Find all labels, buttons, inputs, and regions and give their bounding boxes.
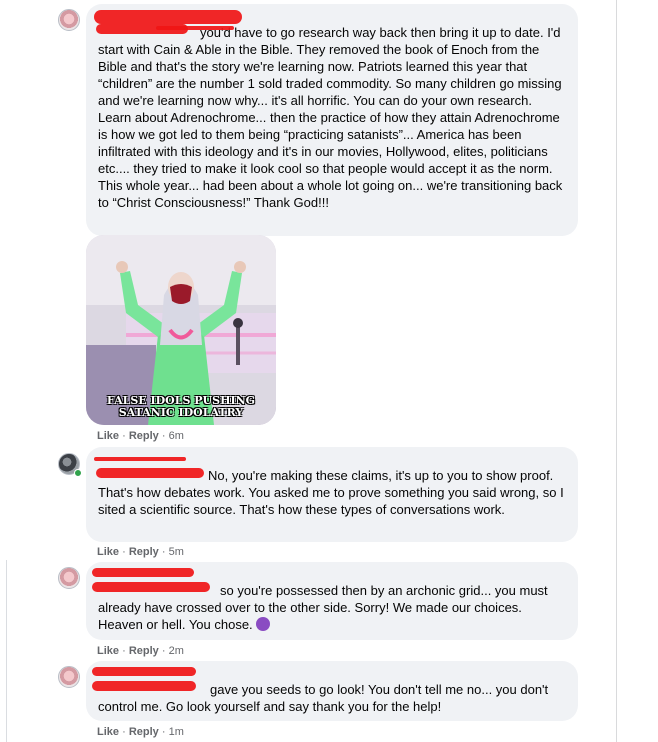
commenter-avatar[interactable] bbox=[58, 666, 80, 688]
timestamp[interactable]: 6m bbox=[169, 430, 184, 442]
like-link[interactable]: Like bbox=[97, 645, 119, 657]
timestamp[interactable]: 5m bbox=[169, 546, 184, 558]
redaction-stroke bbox=[96, 468, 204, 478]
page-divider bbox=[616, 0, 617, 742]
comment-actions: Like · Reply · 1m bbox=[97, 726, 184, 738]
reply-link[interactable]: Reply bbox=[129, 726, 159, 738]
comment-bubble: gave you seeds to go look! You don't tel… bbox=[86, 661, 578, 721]
comment-bubble: so you're possessed then by an archonic … bbox=[86, 562, 578, 640]
reply-link[interactable]: Reply bbox=[129, 546, 159, 558]
comment-actions: Like · Reply · 2m bbox=[97, 645, 184, 657]
redaction-stroke bbox=[92, 582, 210, 592]
comment-bubble: you'd have to go research way back then … bbox=[86, 4, 578, 236]
commenter-avatar[interactable] bbox=[58, 9, 80, 31]
comment-image[interactable]: FALSE IDOLS PUSHING SATANIC IDOLATRY bbox=[86, 235, 276, 425]
reply-link[interactable]: Reply bbox=[129, 430, 159, 442]
comment-text: you'd have to go research way back then … bbox=[98, 25, 563, 210]
thread-line bbox=[6, 560, 7, 742]
comment-actions: Like · Reply · 6m bbox=[97, 430, 184, 442]
redaction-stroke bbox=[96, 24, 188, 34]
image-caption: FALSE IDOLS PUSHING SATANIC IDOLATRY bbox=[106, 394, 256, 419]
online-status-icon bbox=[74, 469, 82, 477]
timestamp[interactable]: 2m bbox=[169, 645, 184, 657]
smiling-devil-emoji bbox=[255, 617, 270, 631]
like-link[interactable]: Like bbox=[97, 430, 119, 442]
comment-text: so you're possessed then by an archonic … bbox=[98, 583, 552, 632]
like-link[interactable]: Like bbox=[97, 546, 119, 558]
redacted-name bbox=[92, 568, 194, 577]
reply-link[interactable]: Reply bbox=[129, 645, 159, 657]
redacted-name bbox=[94, 10, 242, 24]
timestamp[interactable]: 1m bbox=[169, 726, 184, 738]
redacted-name bbox=[94, 457, 186, 461]
comment-bubble: No, you're making these claims, it's up … bbox=[86, 447, 578, 542]
like-link[interactable]: Like bbox=[97, 726, 119, 738]
comment-text: No, you're making these claims, it's up … bbox=[98, 468, 568, 517]
redaction-stroke bbox=[92, 681, 196, 691]
redacted-name bbox=[92, 667, 196, 676]
commenter-avatar[interactable] bbox=[58, 567, 80, 589]
comment-actions: Like · Reply · 5m bbox=[97, 546, 184, 558]
